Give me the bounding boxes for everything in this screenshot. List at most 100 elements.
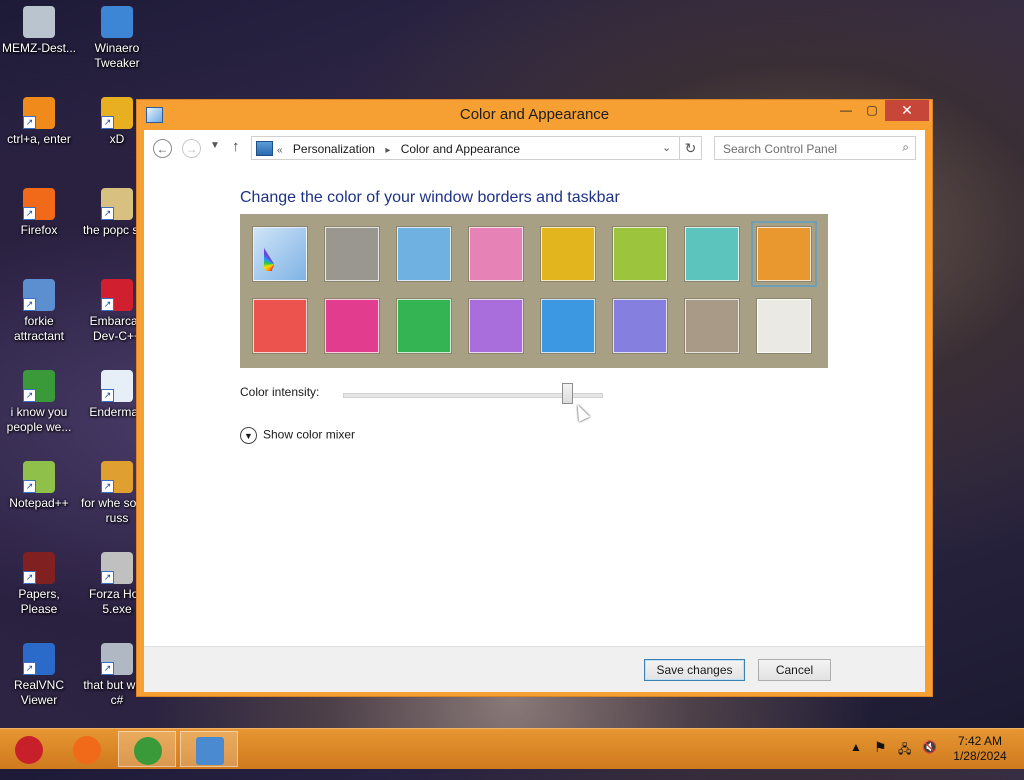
shortcut-arrow-icon: ↗ [23, 116, 36, 129]
address-dropdown-icon[interactable]: ⌄ [662, 141, 671, 154]
window-client: ← → ▼ ↑ « Personalization ▸ Color and Ap… [144, 130, 925, 692]
shortcut-arrow-icon: ↗ [101, 116, 114, 129]
desktop-icon[interactable]: ↗ ctrl+a, enter [0, 97, 78, 147]
windows-stack-icon: ↗ [101, 643, 133, 675]
shortcut-arrow-icon: ↗ [23, 662, 36, 675]
desktop-icon[interactable]: ↗ Firefox [0, 188, 78, 238]
shortcut-arrow-icon: ↗ [23, 207, 36, 220]
forward-button[interactable]: → [182, 139, 201, 158]
shortcut-arrow-icon: ↗ [101, 207, 114, 220]
desktop-icon[interactable]: ↗ Papers, Please [0, 552, 78, 617]
shortcut-arrow-icon: ↗ [23, 480, 36, 493]
title-bar[interactable]: Color and Appearance — ▢ ✕ [137, 100, 932, 130]
search-input[interactable] [721, 138, 895, 160]
color-swatch-magenta[interactable] [325, 299, 379, 353]
taskbar-chrome[interactable] [118, 731, 176, 767]
shortcut-arrow-icon: ↗ [101, 389, 114, 402]
action-center-flag-icon[interactable]: ⚑ [874, 739, 887, 779]
clock-time: 7:42 AM [957, 734, 1003, 748]
taskbar-start-button[interactable] [0, 731, 58, 767]
network-icon[interactable]: 🖧 [898, 740, 911, 780]
desktop-icon-label: Firefox [20, 223, 58, 237]
chrome-icon [134, 737, 162, 765]
cancel-button[interactable]: Cancel [758, 659, 831, 681]
color-swatch-white[interactable] [757, 299, 811, 353]
breadcrumb-personalization[interactable]: Personalization [293, 142, 375, 156]
shortcut-arrow-icon: ↗ [101, 571, 114, 584]
notepad-icon: ↗ [23, 461, 55, 493]
search-icon[interactable]: ⌕ [902, 140, 909, 155]
firefox-icon: ↗ [23, 188, 55, 220]
recent-pages-dropdown[interactable]: ▼ [210, 140, 220, 151]
breadcrumb-separator[interactable]: ▸ [385, 145, 390, 156]
show-color-mixer-label[interactable]: Show color mixer [263, 428, 355, 442]
desktop-icon-label: RealVNC Viewer [13, 678, 64, 707]
color-swatch-green[interactable] [397, 299, 451, 353]
taskbar-firefox[interactable] [58, 731, 116, 767]
color-swatch-gray[interactable] [325, 227, 379, 281]
recycle-bin-icon [23, 6, 55, 38]
refresh-button[interactable]: ↻ [680, 136, 702, 160]
color-swatch-yellow[interactable] [541, 227, 595, 281]
up-button[interactable]: ↑ [232, 138, 240, 155]
window-title: Color and Appearance [459, 106, 610, 123]
desktop-icon-label: ctrl+a, enter [7, 132, 71, 146]
volume-muted-icon[interactable]: 🔇 [922, 740, 937, 780]
settings-icon: ↗ [23, 279, 55, 311]
maximize-button[interactable]: ▢ [859, 100, 885, 121]
show-color-mixer-toggle[interactable]: ▼ Show color mixer [240, 427, 355, 444]
color-swatch-taupe[interactable] [685, 299, 739, 353]
desktop-icon[interactable]: MEMZ-Dest... [0, 6, 78, 56]
vnc-icon: ↗ [23, 643, 55, 675]
color-swatch-lime[interactable] [613, 227, 667, 281]
tray-chevron-icon[interactable]: ▲ [850, 740, 862, 780]
shortcut-arrow-icon: ↗ [101, 662, 114, 675]
desktop-icon-label: i know you people we... [6, 405, 72, 434]
desktop-icon-label: Papers, Please [18, 587, 60, 616]
color-swatch-sky[interactable] [397, 227, 451, 281]
devcpp-icon: ↗ [101, 279, 133, 311]
color-swatch-automatic[interactable] [253, 227, 307, 281]
color-fan-icon [264, 237, 298, 271]
breadcrumb-overflow[interactable]: « [277, 145, 283, 156]
slider-thumb[interactable] [561, 383, 573, 404]
color-swatch-purple[interactable] [469, 299, 523, 353]
desktop-icon[interactable]: ↗ RealVNC Viewer [0, 643, 78, 708]
breadcrumb-color-appearance[interactable]: Color and Appearance [401, 142, 520, 156]
minimize-button[interactable]: — [833, 100, 859, 121]
color-swatch-teal[interactable] [685, 227, 739, 281]
color-appearance-window: Color and Appearance — ▢ ✕ ← → ▼ ↑ « Per… [136, 99, 933, 697]
color-swatch-violet[interactable] [613, 299, 667, 353]
color-swatch-pink[interactable] [469, 227, 523, 281]
close-button[interactable]: ✕ [885, 100, 929, 121]
desktop-icon[interactable]: ↗ forkie attractant [0, 279, 78, 344]
color-intensity-slider[interactable] [343, 383, 603, 405]
desktop-icon[interactable]: Winaero Tweaker [78, 6, 156, 71]
search-box[interactable]: ⌕ [714, 136, 916, 160]
footer: Save changes Cancel [144, 646, 925, 692]
shortcut-arrow-icon: ↗ [23, 298, 36, 311]
desktop-icon[interactable]: ↗ i know you people we... [0, 370, 78, 435]
address-bar[interactable]: « Personalization ▸ Color and Appearance… [251, 136, 680, 160]
desktop-icon[interactable]: ↗ Notepad++ [0, 461, 78, 511]
shortcut-arrow-icon: ↗ [101, 480, 114, 493]
color-swatch-blue[interactable] [541, 299, 595, 353]
save-changes-button[interactable]: Save changes [644, 659, 745, 681]
desktop-icon-label: Winaero Tweaker [94, 41, 140, 70]
winaero-icon [101, 6, 133, 38]
color-swatch-orange[interactable] [751, 221, 817, 287]
chevron-down-icon[interactable]: ▼ [240, 427, 257, 444]
taskbar: ▲ ⚑ 🖧 🔇 7:42 AM 1/28/2024 [0, 728, 1024, 769]
start-ornament-icon [15, 736, 43, 764]
pe-icon: ↗ [101, 461, 133, 493]
desktop-icon-label: Notepad++ [9, 496, 69, 510]
shortcut-arrow-icon: ↗ [101, 298, 114, 311]
chrome-icon: ↗ [23, 370, 55, 402]
taskbar-control-panel[interactable] [180, 731, 238, 767]
document-icon: ↗ [101, 370, 133, 402]
system-clock[interactable]: 7:42 AM 1/28/2024 [940, 734, 1020, 764]
color-swatch-red[interactable] [253, 299, 307, 353]
back-button[interactable]: ← [153, 139, 172, 158]
color-intensity-label: Color intensity: [240, 385, 320, 399]
flash-icon: ↗ [101, 552, 133, 584]
